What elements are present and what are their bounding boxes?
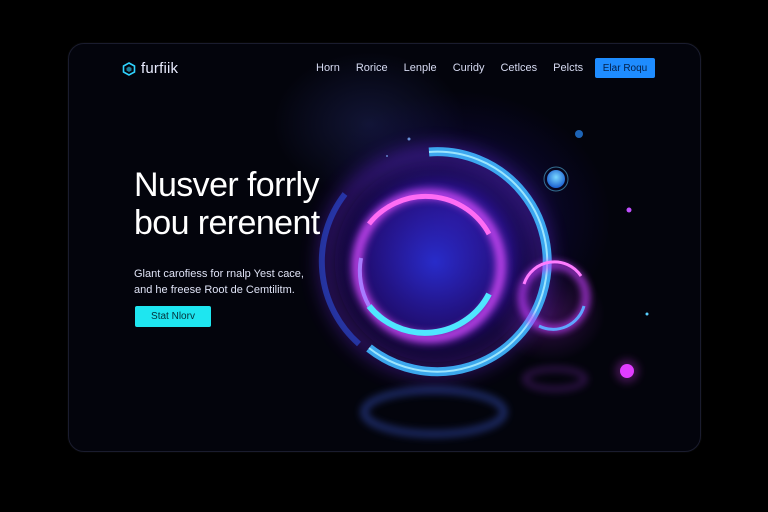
nav-item-2[interactable]: Rorice	[356, 62, 388, 74]
hero-subtitle-line: and he freese Root de Cemtilitm.	[134, 284, 295, 296]
nav-item-4[interactable]: Curidy	[453, 62, 485, 74]
brand-name: furfiik	[141, 60, 179, 77]
header-cta-button[interactable]: Elar Roqu	[595, 58, 655, 78]
hero-cta-button[interactable]: Stat Nlorv	[135, 306, 211, 327]
main-nav: Horn Rorice Lenple Curidy Cetlces Pelcts	[316, 62, 599, 74]
hero-subtitle: Glant carofiess for rnalp Yest cace, and…	[134, 266, 304, 298]
hero-title-line: bou rerenent	[134, 204, 320, 242]
nav-item-6[interactable]: Pelcts	[553, 62, 583, 74]
nav-item-5[interactable]: Cetlces	[500, 62, 537, 74]
nav-item-3[interactable]: Lenple	[404, 62, 437, 74]
hexagon-logo-icon	[122, 61, 136, 76]
hero-subtitle-line: Glant carofiess for rnalp Yest cace,	[134, 268, 304, 280]
landing-page-window: furfiik Horn Rorice Lenple Curidy Cetlce…	[68, 43, 701, 452]
hero-title: Nusver forrly bou rerenent	[134, 166, 320, 242]
background-glow	[69, 44, 700, 451]
nav-item-1[interactable]: Horn	[316, 62, 340, 74]
hero-title-line: Nusver forrly	[134, 166, 320, 204]
brand[interactable]: furfiik	[122, 60, 178, 77]
